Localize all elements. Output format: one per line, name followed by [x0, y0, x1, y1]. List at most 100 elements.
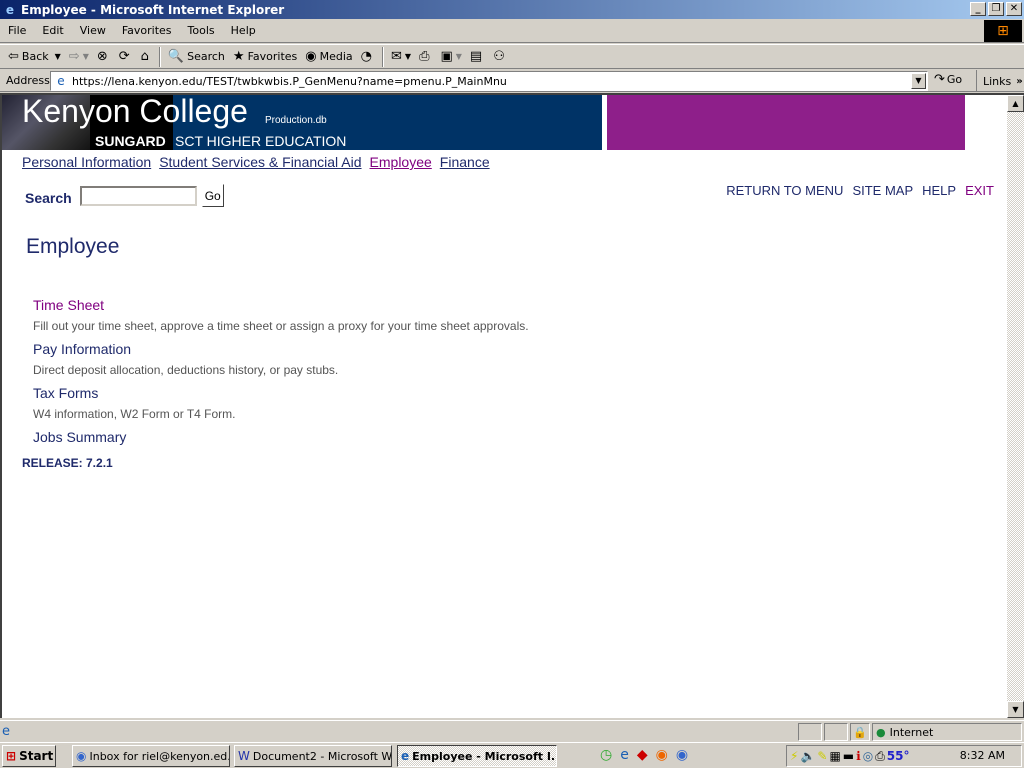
print-button[interactable]: ⎙	[415, 46, 436, 68]
sungard-logo: SUNGARD	[95, 133, 166, 149]
menu-item: Pay Information Direct deposit allocatio…	[33, 339, 529, 383]
banner: Kenyon College Production.db SUNGARD SCT…	[2, 95, 602, 150]
clock[interactable]: 8:32 AM	[960, 749, 1005, 762]
forward-button[interactable]: ⇨ ▼	[65, 46, 93, 68]
home-icon: ⌂	[140, 49, 149, 64]
messenger-icon: ⚇	[493, 49, 505, 64]
page-icon: e	[57, 74, 65, 88]
quicklaunch-clock-icon[interactable]: ◷	[600, 747, 612, 763]
refresh-button[interactable]: ⟳	[115, 46, 137, 68]
site-map-link[interactable]: SITE MAP	[852, 183, 913, 198]
stop-icon: ⊗	[96, 49, 108, 64]
history-icon: ◔	[360, 49, 372, 64]
menu-file[interactable]: File	[0, 24, 34, 37]
sct-label: SCT HIGHER EDUCATION	[175, 133, 347, 149]
tray-volume-icon[interactable]: 🔈	[800, 749, 815, 763]
mail-button[interactable]: ✉ ▼	[387, 46, 415, 68]
pay-information-link[interactable]: Pay Information	[33, 339, 529, 359]
edit-icon: ▣	[440, 49, 453, 64]
media-icon: ◉	[305, 49, 317, 64]
quick-launch: ◷ e ◆ ◉ ◉	[600, 747, 688, 763]
jobs-summary-link[interactable]: Jobs Summary	[33, 427, 529, 447]
restore-button[interactable]: ❐	[988, 2, 1004, 16]
taskbar-button-word[interactable]: W Document2 - Microsoft W...	[234, 745, 392, 767]
tray-power-icon[interactable]: ⚡	[790, 749, 798, 763]
taskbar: ⊞ Start ◉ Inbox for riel@kenyon.ed... W Doc…	[0, 742, 1024, 768]
status-cell	[824, 723, 848, 741]
back-arrow-icon: ⇦	[8, 49, 19, 64]
search-button[interactable]: 🔍 Search	[164, 46, 229, 68]
back-dropdown-icon[interactable]: ▼	[55, 52, 61, 61]
tray-display-icon[interactable]: ▦	[829, 749, 840, 763]
media-button[interactable]: ◉ Media	[301, 46, 356, 68]
search-go-button[interactable]: Go	[201, 184, 224, 207]
tab-employee[interactable]: Employee	[370, 154, 432, 170]
tray-network-icon[interactable]: ◎	[863, 749, 873, 763]
search-icon: 🔍	[167, 49, 185, 64]
search-label: Search	[25, 189, 72, 206]
mail-dropdown-icon: ▼	[404, 52, 412, 61]
start-button[interactable]: ⊞ Start	[2, 744, 56, 767]
menu-item-desc: W4 information, W2 Form or T4 Form.	[33, 407, 236, 421]
address-label: Address	[6, 74, 50, 87]
menu-help[interactable]: Help	[223, 24, 264, 37]
tray-info-icon[interactable]: ℹ	[856, 749, 861, 763]
status-cell	[798, 723, 822, 741]
quicklaunch-ie-icon[interactable]: e	[620, 747, 629, 763]
scroll-up-button[interactable]: ▲	[1007, 95, 1024, 112]
tab-personal-information[interactable]: Personal Information	[22, 154, 151, 170]
tray-camera-icon[interactable]: ▬	[843, 749, 854, 763]
return-to-menu-link[interactable]: RETURN TO MENU	[726, 183, 843, 198]
address-dropdown-icon[interactable]: ▼	[911, 73, 926, 89]
favorites-icon: ★	[232, 49, 245, 64]
toolbar: ⇦ Back ▼ ⇨ ▼ ⊗ ⟳ ⌂ 🔍 Search ★ Favorites ◉ Medi…	[0, 44, 1024, 69]
tax-forms-link[interactable]: Tax Forms	[33, 383, 529, 403]
quicklaunch-thunderbird-icon[interactable]: ◉	[676, 747, 688, 763]
edit-button[interactable]: ▣ ▼	[436, 46, 465, 68]
taskbar-button-employee[interactable]: e Employee - Microsoft I...	[397, 745, 557, 767]
taskbar-button-inbox[interactable]: ◉ Inbox for riel@kenyon.ed...	[72, 745, 230, 767]
address-input[interactable]: e https://lena.kenyon.edu/TEST/twbkwbis.…	[50, 71, 928, 91]
home-button[interactable]: ⌂	[137, 46, 156, 68]
help-link[interactable]: HELP	[922, 183, 956, 198]
address-url: https://lena.kenyon.edu/TEST/twbkwbis.P_…	[72, 74, 507, 88]
page-title: Employee	[26, 235, 120, 258]
tab-finance[interactable]: Finance	[440, 154, 490, 170]
go-button[interactable]: ↷ Go	[934, 72, 962, 87]
mail-icon: ✉	[391, 49, 402, 64]
messenger-button[interactable]: ⚇	[489, 46, 512, 68]
go-arrow-icon: ↷	[934, 72, 945, 87]
menu-item: Tax Forms W4 information, W2 Form or T4 …	[33, 383, 529, 427]
quicklaunch-firefox-icon[interactable]: ◉	[656, 747, 668, 763]
search-form: Search Go	[25, 184, 224, 207]
ie-icon: e	[5, 2, 15, 17]
menu-favorites[interactable]: Favorites	[114, 24, 180, 37]
time-sheet-link[interactable]: Time Sheet	[33, 295, 529, 315]
links-button[interactable]: Links»	[976, 70, 1023, 92]
menu-edit[interactable]: Edit	[34, 24, 71, 37]
stop-button[interactable]: ⊗	[93, 46, 115, 68]
tab-student-services[interactable]: Student Services & Financial Aid	[159, 154, 361, 170]
menu-view[interactable]: View	[72, 24, 114, 37]
main-nav: Personal Information Student Services & …	[22, 154, 490, 170]
windows-logo-icon: ⊞	[984, 20, 1022, 42]
menu-tools[interactable]: Tools	[180, 24, 223, 37]
chevron-right-icon: »	[1016, 75, 1023, 87]
windows-flag-icon: ⊞	[6, 748, 17, 763]
back-button[interactable]: ⇦ Back ▼	[4, 46, 65, 68]
tray-printer-icon[interactable]: ⎙	[875, 749, 885, 764]
scroll-down-button[interactable]: ▼	[1007, 701, 1024, 718]
tray-pen-icon[interactable]: ✎	[817, 749, 827, 763]
status-ie-icon: e	[2, 724, 10, 739]
history-button[interactable]: ◔	[357, 46, 379, 68]
forward-dropdown-icon: ▼	[82, 52, 89, 61]
minimize-button[interactable]: _	[970, 2, 986, 16]
close-button[interactable]: ✕	[1006, 2, 1022, 16]
discuss-button[interactable]: ▤	[466, 46, 489, 68]
favorites-button[interactable]: ★ Favorites	[229, 46, 301, 68]
quicklaunch-sql-icon[interactable]: ◆	[637, 747, 648, 763]
vertical-scrollbar[interactable]: ▲ ▼	[1007, 95, 1024, 718]
tray-temperature[interactable]: 55°	[887, 749, 910, 763]
exit-link[interactable]: EXIT	[965, 183, 994, 198]
search-input[interactable]	[79, 185, 197, 206]
